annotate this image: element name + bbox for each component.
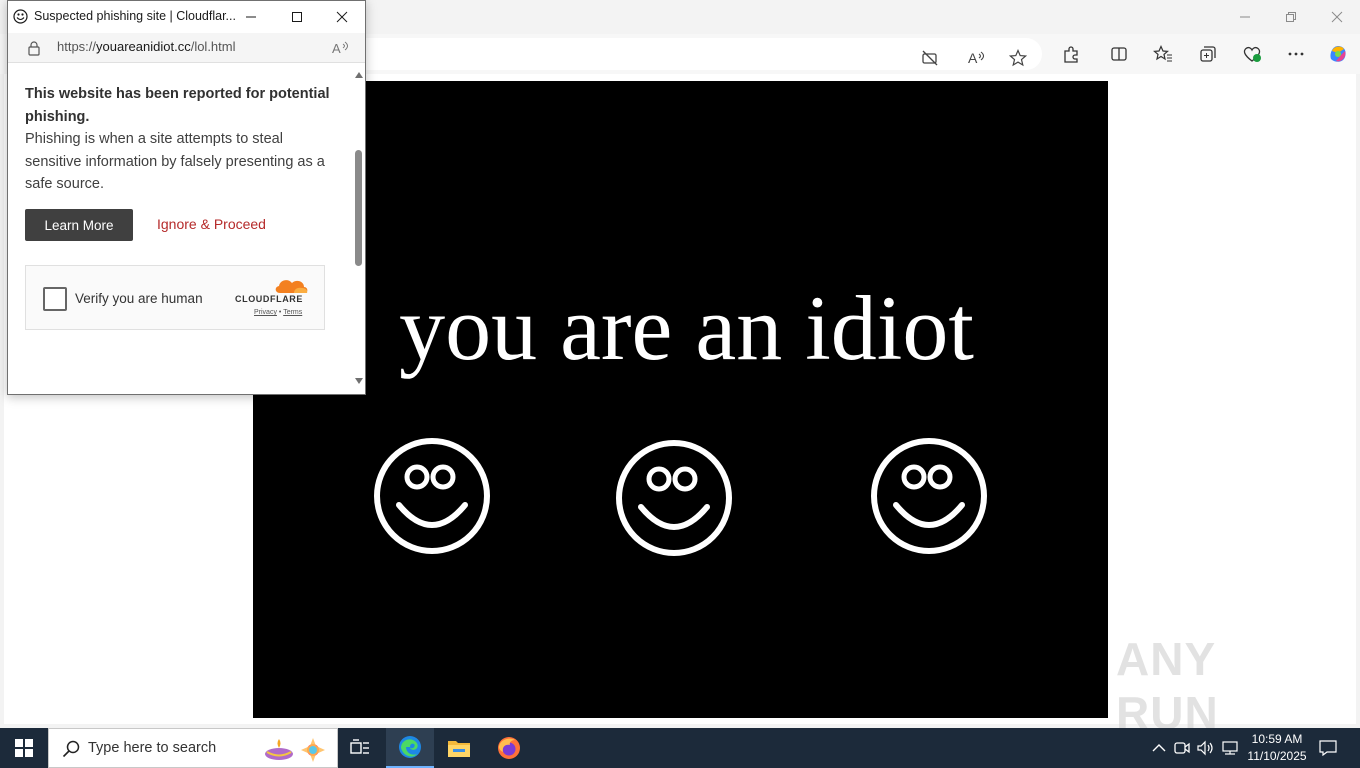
clock-date: 11/10/2025	[1247, 749, 1307, 763]
phishing-popup-window: Suspected phishing site | Cloudflar... h…	[7, 0, 366, 395]
windows-logo-icon	[15, 739, 33, 757]
edge-browser-icon	[399, 736, 421, 758]
search-highlight-diwali-icon	[265, 738, 325, 762]
lock-icon	[28, 41, 40, 56]
search-icon	[62, 740, 80, 758]
svg-text:A: A	[968, 50, 978, 66]
svg-text:A: A	[332, 41, 341, 56]
close-icon	[1331, 11, 1343, 23]
restore-button[interactable]	[1268, 0, 1314, 34]
popup-titlebar: Suspected phishing site | Cloudflar...	[8, 1, 365, 33]
meet-now-icon[interactable]	[1172, 738, 1192, 758]
popup-minimize-button[interactable]	[228, 1, 274, 33]
minimize-icon	[246, 16, 256, 18]
smiley-face-icon	[871, 438, 987, 554]
popup-url-bar[interactable]: https://youareanidiot.cc/lol.html A	[8, 33, 365, 63]
tracking-prevention-icon[interactable]	[914, 42, 946, 74]
chevron-up-icon	[1152, 744, 1166, 752]
verify-human-checkbox[interactable]	[43, 287, 67, 311]
taskbar-firefox-button[interactable]	[485, 728, 533, 768]
cloudflare-cloud-icon	[275, 280, 308, 293]
smiley-face-icon	[616, 440, 732, 556]
settings-more-icon[interactable]	[1280, 38, 1312, 70]
warning-text: Phishing is when a site attempts to stea…	[25, 131, 325, 192]
idiot-page: you are an idiot	[253, 81, 1108, 718]
smiley-face-icon	[374, 438, 490, 554]
extensions-icon[interactable]	[1055, 38, 1087, 70]
collections-icon[interactable]	[1192, 38, 1224, 70]
copilot-icon[interactable]	[1322, 38, 1354, 70]
notifications-icon[interactable]	[1318, 738, 1338, 758]
minimize-icon	[1240, 16, 1250, 18]
start-button[interactable]	[0, 728, 48, 768]
scrollbar-thumb[interactable]	[355, 150, 362, 266]
show-hidden-icons-button[interactable]	[1149, 738, 1169, 758]
volume-icon[interactable]	[1196, 738, 1216, 758]
taskbar-file-explorer-button[interactable]	[435, 728, 483, 768]
scroll-up-icon[interactable]	[355, 72, 363, 78]
popup-maximize-button[interactable]	[274, 1, 320, 33]
privacy-link[interactable]: Privacy	[254, 309, 277, 316]
link-separator: •	[278, 309, 282, 316]
search-placeholder: Type here to search	[88, 740, 217, 756]
learn-more-button[interactable]: Learn More	[25, 209, 133, 241]
scroll-down-icon[interactable]	[355, 378, 363, 384]
captcha-links: Privacy • Terms	[254, 309, 302, 316]
read-aloud-icon[interactable]: A	[961, 42, 993, 74]
taskbar-search-box[interactable]: Type here to search	[48, 728, 338, 768]
cloudflare-logo: CLOUDFLARE	[235, 294, 303, 304]
popup-body: This website has been reported for poten…	[8, 63, 353, 394]
ignore-proceed-link[interactable]: Ignore & Proceed	[157, 216, 266, 232]
terms-link[interactable]: Terms	[283, 309, 302, 316]
browser-essentials-icon[interactable]	[1236, 38, 1268, 70]
taskbar: Type here to search 10:59 AM 11/10/2025	[0, 728, 1360, 768]
firefox-icon	[498, 737, 520, 759]
url-prefix: https://	[57, 39, 97, 54]
system-clock[interactable]: 10:59 AM 11/10/2025	[1238, 731, 1316, 765]
taskbar-edge-button[interactable]	[386, 728, 434, 768]
minimize-button[interactable]	[1222, 0, 1268, 34]
task-view-button[interactable]	[336, 728, 384, 768]
popup-close-button[interactable]	[319, 1, 365, 33]
clock-time: 10:59 AM	[1251, 732, 1303, 746]
favorites-icon[interactable]	[1147, 38, 1179, 70]
file-explorer-folder-icon	[448, 741, 470, 757]
popup-url: https://youareanidiot.cc/lol.html	[57, 39, 236, 54]
network-icon[interactable]	[1220, 738, 1240, 758]
warning-title: This website has been reported for poten…	[25, 86, 330, 125]
url-domain: youareanidiot.cc	[96, 39, 191, 54]
read-aloud-icon[interactable]: A	[332, 40, 350, 56]
popup-title: Suspected phishing site | Cloudflar...	[34, 9, 236, 23]
anyrun-watermark: ANY RUN	[1116, 633, 1219, 739]
url-path: /lol.html	[190, 39, 236, 54]
popup-scrollbar[interactable]	[353, 63, 365, 394]
restore-icon	[1286, 12, 1296, 22]
verify-human-label: Verify you are human	[75, 291, 203, 306]
close-icon	[336, 11, 348, 23]
smiley-favicon-icon	[13, 9, 28, 24]
split-screen-icon[interactable]	[1103, 38, 1135, 70]
page-headline: you are an idiot	[399, 277, 974, 379]
task-view-icon	[350, 739, 369, 754]
maximize-icon	[292, 12, 302, 22]
favorite-star-icon[interactable]	[1002, 42, 1034, 74]
close-button[interactable]	[1314, 0, 1360, 34]
cloudflare-captcha-widget: Verify you are human CLOUDFLARE Privacy …	[25, 265, 325, 330]
